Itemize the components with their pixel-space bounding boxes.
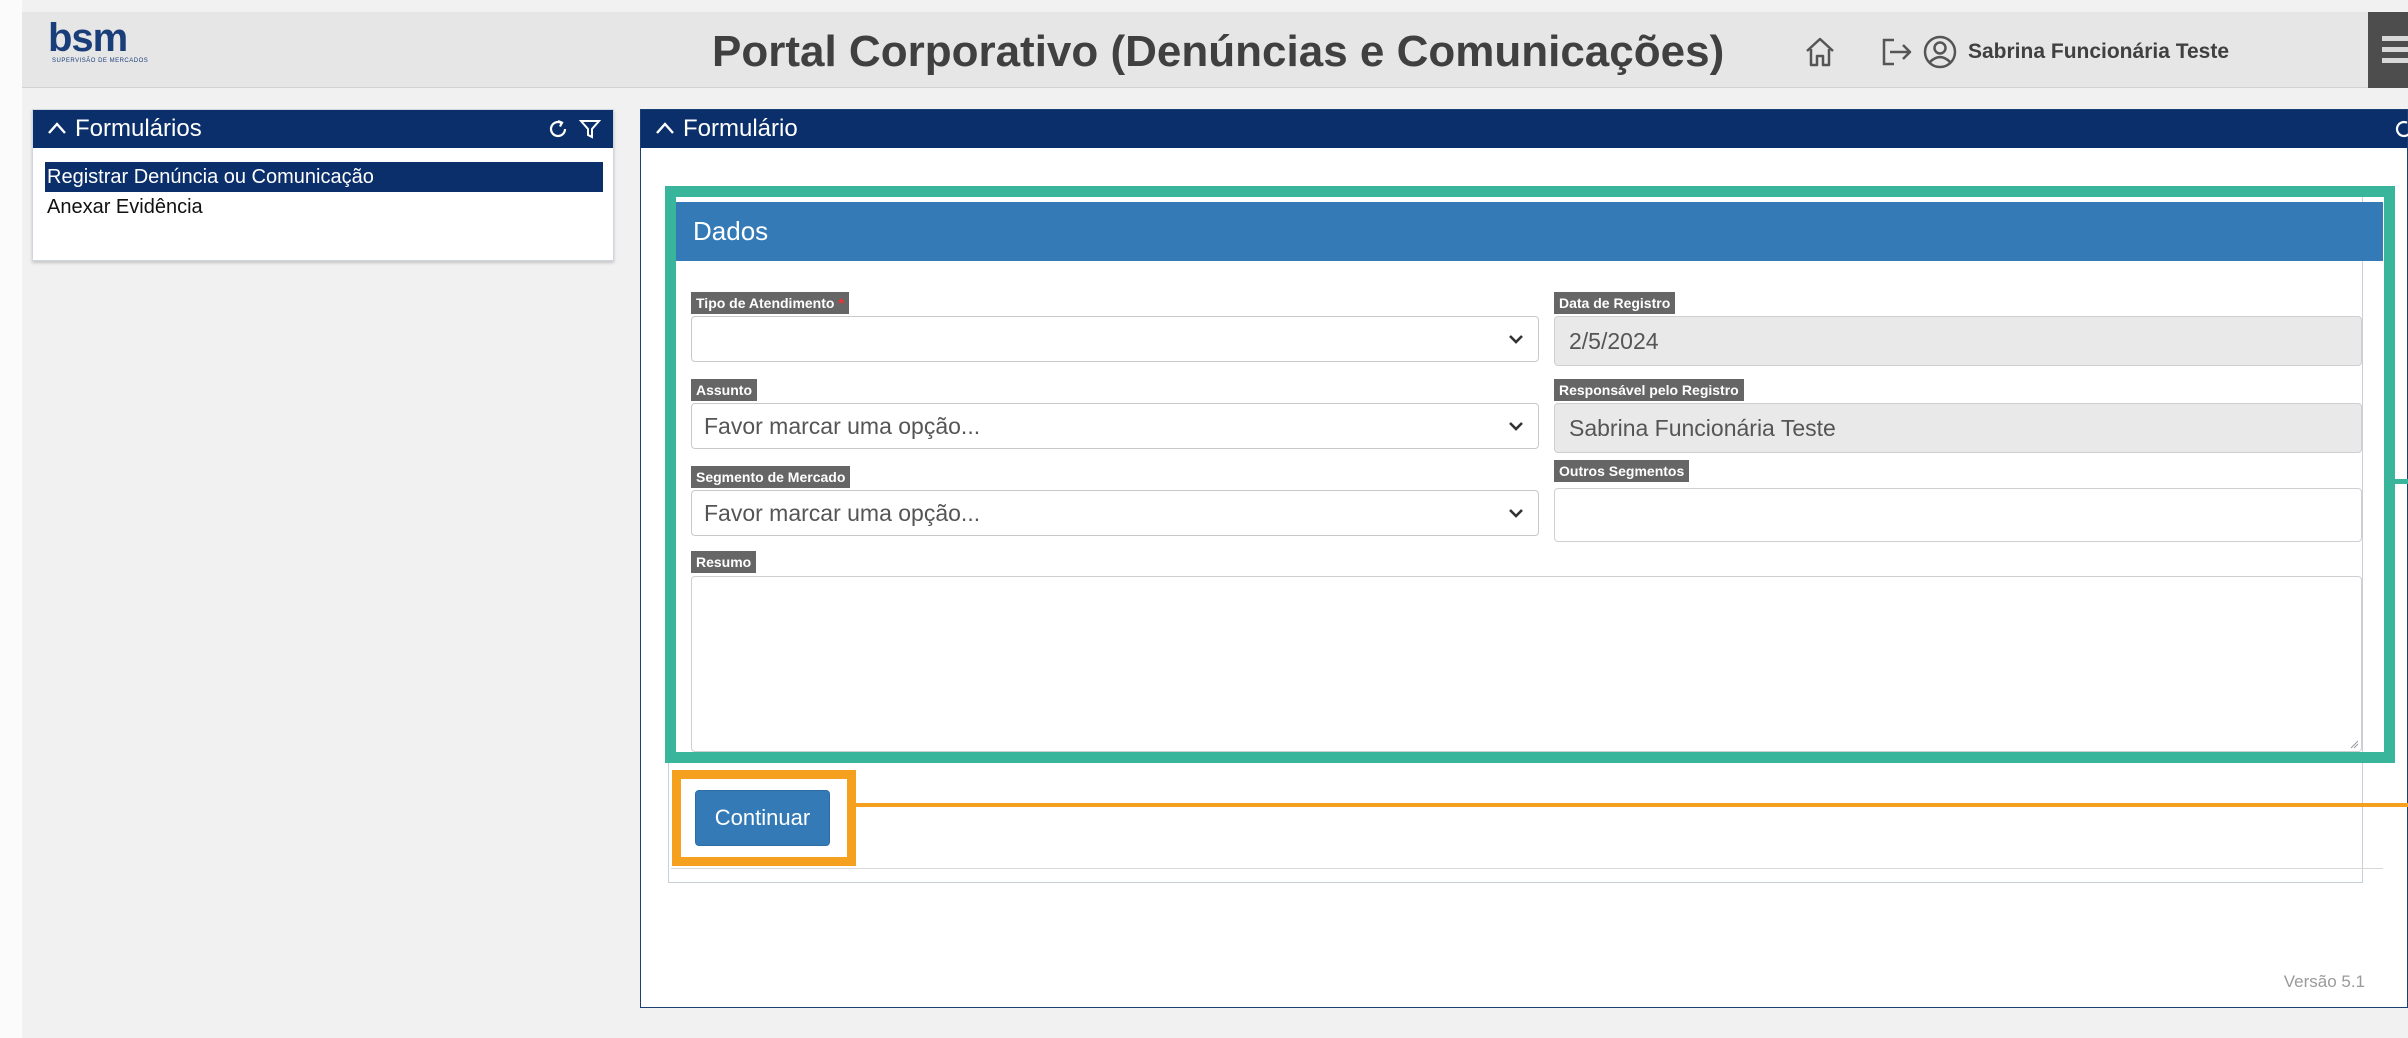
form-panel-title: Formulário [683,115,798,142]
home-icon[interactable] [1802,34,1838,70]
logo-text: bsm [48,16,128,60]
chevron-up-icon[interactable] [655,119,675,140]
hamburger-menu-icon[interactable] [2368,12,2408,88]
sidebar-header[interactable]: Formulários [33,110,613,148]
sidebar-header-icons [547,118,601,140]
page-title: Portal Corporativo (Denúncias e Comunica… [712,27,1725,76]
refresh-icon[interactable] [547,118,569,140]
bsm-logo[interactable]: bsm SUPERVISÃO DE MERCADOS [48,18,198,80]
divider [671,868,2383,869]
forms-list: Registrar Denúncia ou Comunicação Anexar… [33,148,613,222]
logout-icon[interactable] [1878,34,1914,70]
chevron-up-icon[interactable] [47,119,67,140]
form-panel-header[interactable]: Formulário [641,110,2407,148]
user-circle-icon[interactable] [1922,34,1958,70]
highlight-green-connector [2388,479,2408,484]
refresh-icon[interactable] [2393,118,2408,140]
top-header: bsm SUPERVISÃO DE MERCADOS Portal Corpor… [22,12,2408,88]
highlight-continue-button [672,770,856,866]
user-name[interactable]: Sabrina Funcionária Teste [1968,40,2229,64]
highlight-dados-area [665,186,2395,763]
sidebar-title: Formulários [75,115,202,142]
version-text: Versão 5.1 [2283,972,2365,991]
sidebar-item-anexar[interactable]: Anexar Evidência [45,192,603,222]
window-edge [0,0,22,1038]
highlight-orange-connector [856,803,2408,807]
sidebar-item-registrar[interactable]: Registrar Denúncia ou Comunicação [45,162,603,192]
filter-icon[interactable] [579,118,601,140]
logo-tagline: SUPERVISÃO DE MERCADOS [52,58,149,64]
forms-sidebar: Formulários Registrar Denúncia ou Comuni… [32,109,614,261]
